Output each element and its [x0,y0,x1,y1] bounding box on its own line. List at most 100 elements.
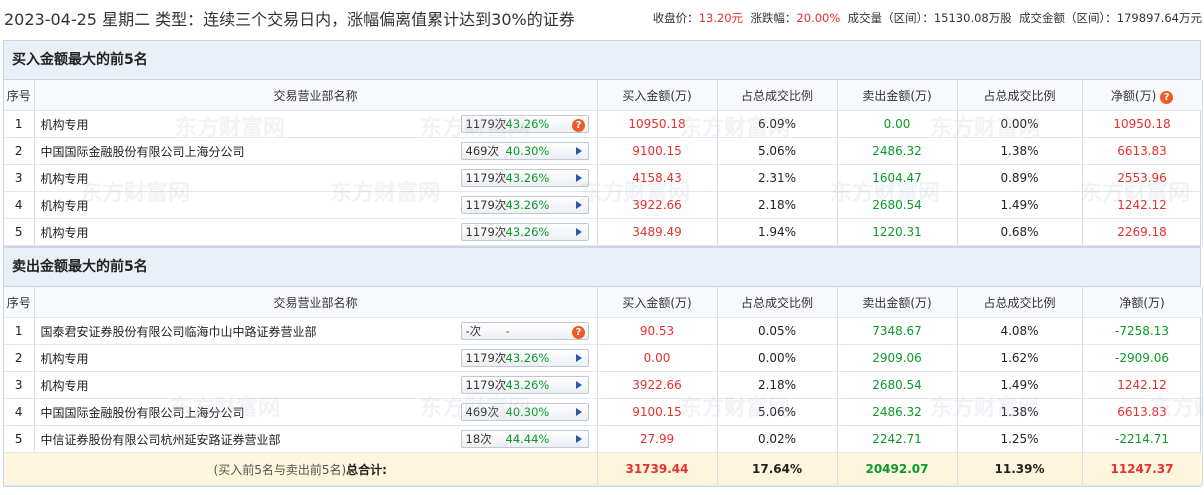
branch-stats-button[interactable]: 1179次 43.26% [460,376,589,394]
total-buy-ratio: 17.64% [717,452,838,486]
buy-amount: 9100.15 [597,137,718,165]
row-index: 4 [4,398,35,426]
col-net-label: 净额(万) [1110,88,1157,103]
branch-name[interactable]: 中国国际金融股份有限公司上海分公司 [41,404,245,421]
arrow-right-icon[interactable] [575,174,582,182]
branch-win-rate: 44.44% [505,432,550,446]
branch-cell: 国泰君安证券股份有限公司临海巾山中路证券营业部 -次 -? [34,317,598,345]
branch-count: 469次 [465,144,499,158]
branch-name[interactable]: 机构专用 [41,197,89,214]
branch-name[interactable]: 机构专用 [41,377,89,394]
amount-value: 179897.64万元 [1116,11,1202,25]
table-row: 3 机构专用 1179次 43.26% 3922.66 2.18% 2680.54 1.49%… [4,371,1203,399]
branch-cell: 机构专用 1179次 43.26% [34,371,598,399]
sell-ratio: 1.62% [957,344,1083,372]
branch-cell: 机构专用 1179次 43.26% [34,164,598,192]
net-amount: 2269.18 [1082,218,1203,246]
buy-amount: 10950.18 [597,110,718,138]
buy-panel-title: 买入金额最大的前5名 [4,41,1200,80]
buy-amount: 90.53 [597,317,718,345]
branch-name[interactable]: 机构专用 [41,170,89,187]
branch-name[interactable]: 国泰君安证券股份有限公司临海巾山中路证券营业部 [41,323,317,340]
branch-win-rate: 43.26% [505,378,550,392]
table-row: 5 机构专用 1179次 43.26% 3489.49 1.94% 1220.31 0.68%… [4,218,1203,246]
buy-ratio: 0.02% [717,425,838,453]
table-row: 4 机构专用 1179次 43.26% 3922.66 2.18% 2680.54 1.49%… [4,191,1203,219]
branch-stats-button[interactable]: 1179次 43.26% [460,169,589,187]
row-index: 3 [4,164,35,192]
branch-win-rate: 40.30% [505,405,550,419]
table-row: 5 中信证券股份有限公司杭州延安路证券营业部 18次 44.44% 27.99 0.02%… [4,425,1203,453]
arrow-right-icon[interactable] [575,435,582,443]
buy-amount: 3489.49 [597,218,718,246]
net-amount: 6613.83 [1082,398,1203,426]
total-net: 11247.37 [1082,452,1203,486]
branch-stats-button[interactable]: 1179次 43.26%? [460,115,589,133]
branch-count: 1179次 [465,378,507,392]
change-label: 涨跌幅： [750,11,797,25]
branch-name[interactable]: 中信证券股份有限公司杭州延安路证券营业部 [41,431,281,448]
table-row: 2 中国国际金融股份有限公司上海分公司 469次 40.30% 9100.15 5.06%… [4,137,1203,165]
table-row: 1 机构专用 1179次 43.26%? 10950.18 6.09% 0.00 0.00% 1… [4,110,1203,138]
buy-amount: 4158.43 [597,164,718,192]
buy-ratio: 2.18% [717,371,838,399]
row-index: 1 [4,317,35,345]
sell-amount: 2486.32 [837,398,958,426]
branch-name[interactable]: 中国国际金融股份有限公司上海分公司 [41,143,245,160]
sell-amount: 1220.31 [837,218,958,246]
branch-stats-button[interactable]: 469次 40.30% [460,403,589,421]
help-icon[interactable]: ? [572,325,585,339]
arrow-right-icon[interactable] [575,201,582,209]
branch-stats-button[interactable]: -次 -? [460,322,589,340]
buy-amount: 9100.15 [597,398,718,426]
branch-win-rate: 43.26% [505,171,550,185]
row-index: 4 [4,191,35,219]
sell-amount: 2680.54 [837,191,958,219]
branch-win-rate: 43.26% [505,225,550,239]
sell-top5-panel: 卖出金额最大的前5名 序号 交易营业部名称 买入金额(万) 占总成交比例 卖出金… [3,247,1203,487]
buy-ratio: 5.06% [717,137,838,165]
buy-ratio: 5.06% [717,398,838,426]
table-row: 1 国泰君安证券股份有限公司临海巾山中路证券营业部 -次 -? 90.53 0.05% 73… [4,317,1203,345]
sell-ratio: 0.89% [957,164,1083,192]
change-value: 20.00% [796,11,841,25]
branch-stats-button[interactable]: 1179次 43.26% [460,196,589,214]
arrow-right-icon[interactable] [575,228,582,236]
arrow-right-icon[interactable] [575,381,582,389]
total-note: (买入前5名与卖出前5名) [213,462,347,477]
arrow-right-icon[interactable] [575,408,582,416]
sell-ratio: 0.68% [957,218,1083,246]
buy-ratio: 2.18% [717,191,838,219]
branch-cell: 中信证券股份有限公司杭州延安路证券营业部 18次 44.44% [34,425,598,453]
total-buy: 31739.44 [597,452,718,486]
row-index: 3 [4,371,35,399]
stock-stats: 收盘价：13.20元 涨跌幅：20.00% 成交量（区间）：15130.08万股… [653,10,1202,26]
branch-name[interactable]: 机构专用 [41,116,89,133]
volume-label: 成交量（区间）： [847,11,934,25]
help-icon[interactable]: ? [572,118,585,132]
net-amount: 6613.83 [1082,137,1203,165]
branch-name[interactable]: 机构专用 [41,350,89,367]
arrow-right-icon[interactable] [575,147,582,155]
branch-stats-button[interactable]: 1179次 43.26% [460,223,589,241]
branch-cell: 机构专用 1179次 43.26%? [34,110,598,138]
amount-label: 成交金额（区间）： [1019,11,1117,25]
branch-stats-button[interactable]: 469次 40.30% [460,142,589,160]
arrow-right-icon[interactable] [575,354,582,362]
volume-value: 15130.08万股 [933,11,1012,25]
sell-ratio: 1.25% [957,425,1083,453]
help-icon[interactable]: ? [1160,90,1174,104]
buy-ratio: 0.00% [717,344,838,372]
branch-name[interactable]: 机构专用 [41,224,89,241]
branch-stats-button[interactable]: 18次 44.44% [460,430,589,448]
branch-cell: 中国国际金融股份有限公司上海分公司 469次 40.30% [34,137,598,165]
sell-amount: 2486.32 [837,137,958,165]
branch-stats-button[interactable]: 1179次 43.26% [460,349,589,367]
col-index: 序号 [4,287,35,318]
buy-top5-panel: 买入金额最大的前5名 序号 交易营业部名称 买入金额(万) 占总成交比例 卖出金… [3,40,1203,247]
col-net-amount: 净额(万) ? [1082,80,1203,111]
branch-win-rate: - [505,324,510,338]
col-branch-name: 交易营业部名称 [34,287,598,318]
branch-count: 1179次 [465,351,507,365]
branch-win-rate: 43.26% [505,117,550,131]
